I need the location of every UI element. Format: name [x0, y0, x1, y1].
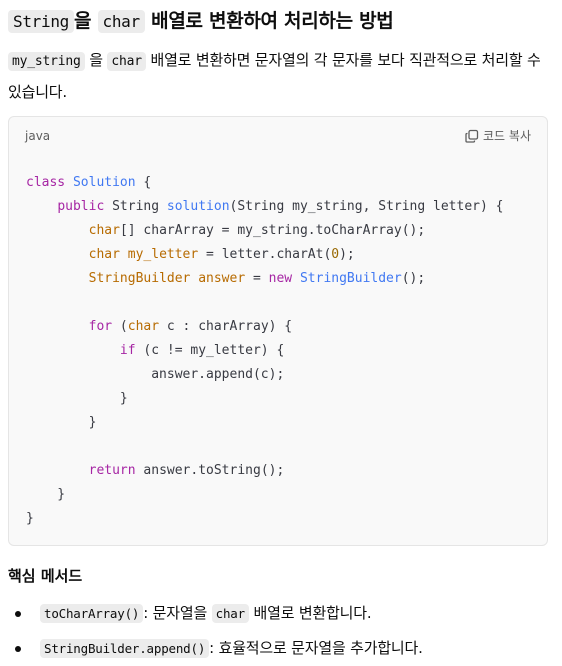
- method-code: StringBuilder.append(): [40, 639, 210, 658]
- method-desc: : 문자열을: [143, 604, 212, 622]
- intro-paragraph: my_string 을 char 배열로 변환하면 문자열의 각 문자를 보다 …: [8, 45, 548, 107]
- list-item: toCharArray(): 문자열을 char 배열로 변환합니다.: [8, 596, 548, 631]
- code-block-header: java 코드 복사: [9, 117, 547, 155]
- method-code-char: char: [211, 604, 249, 623]
- inline-code-string: String: [8, 10, 74, 33]
- key-methods-title: 핵심 메서드: [8, 567, 83, 585]
- list-item: StringBuilder.append(): 효율적으로 문자열을 추가합니다…: [8, 631, 548, 666]
- copy-icon: [465, 129, 479, 143]
- code-language-label: java: [25, 129, 51, 143]
- intro-text: 을: [84, 51, 108, 69]
- copy-code-button[interactable]: 코드 복사: [465, 127, 531, 144]
- inline-code-char: char: [107, 52, 146, 71]
- message-content: String 을 char 배열로 변환하여 처리하는 방법 my_string …: [8, 0, 548, 666]
- section-heading: String 을 char 배열로 변환하여 처리하는 방법: [8, 0, 548, 37]
- heading-text: 을: [74, 10, 98, 32]
- copy-code-label: 코드 복사: [483, 129, 531, 143]
- method-desc: : 효율적으로 문자열을 추가합니다.: [209, 639, 423, 657]
- inline-code-my-string: my_string: [8, 52, 85, 71]
- inline-code-char: char: [97, 10, 145, 33]
- methods-list: toCharArray(): 문자열을 char 배열로 변환합니다. Stri…: [8, 596, 548, 666]
- code-content: class Solution { public String solution(…: [26, 175, 504, 526]
- method-code: toCharArray(): [40, 604, 144, 623]
- method-desc-rest: 배열로 변환합니다.: [248, 604, 372, 622]
- code-block: java 코드 복사 class Solution { public Strin…: [8, 116, 548, 546]
- heading-text-rest: 배열로 변환하여 처리하는 방법: [144, 10, 394, 32]
